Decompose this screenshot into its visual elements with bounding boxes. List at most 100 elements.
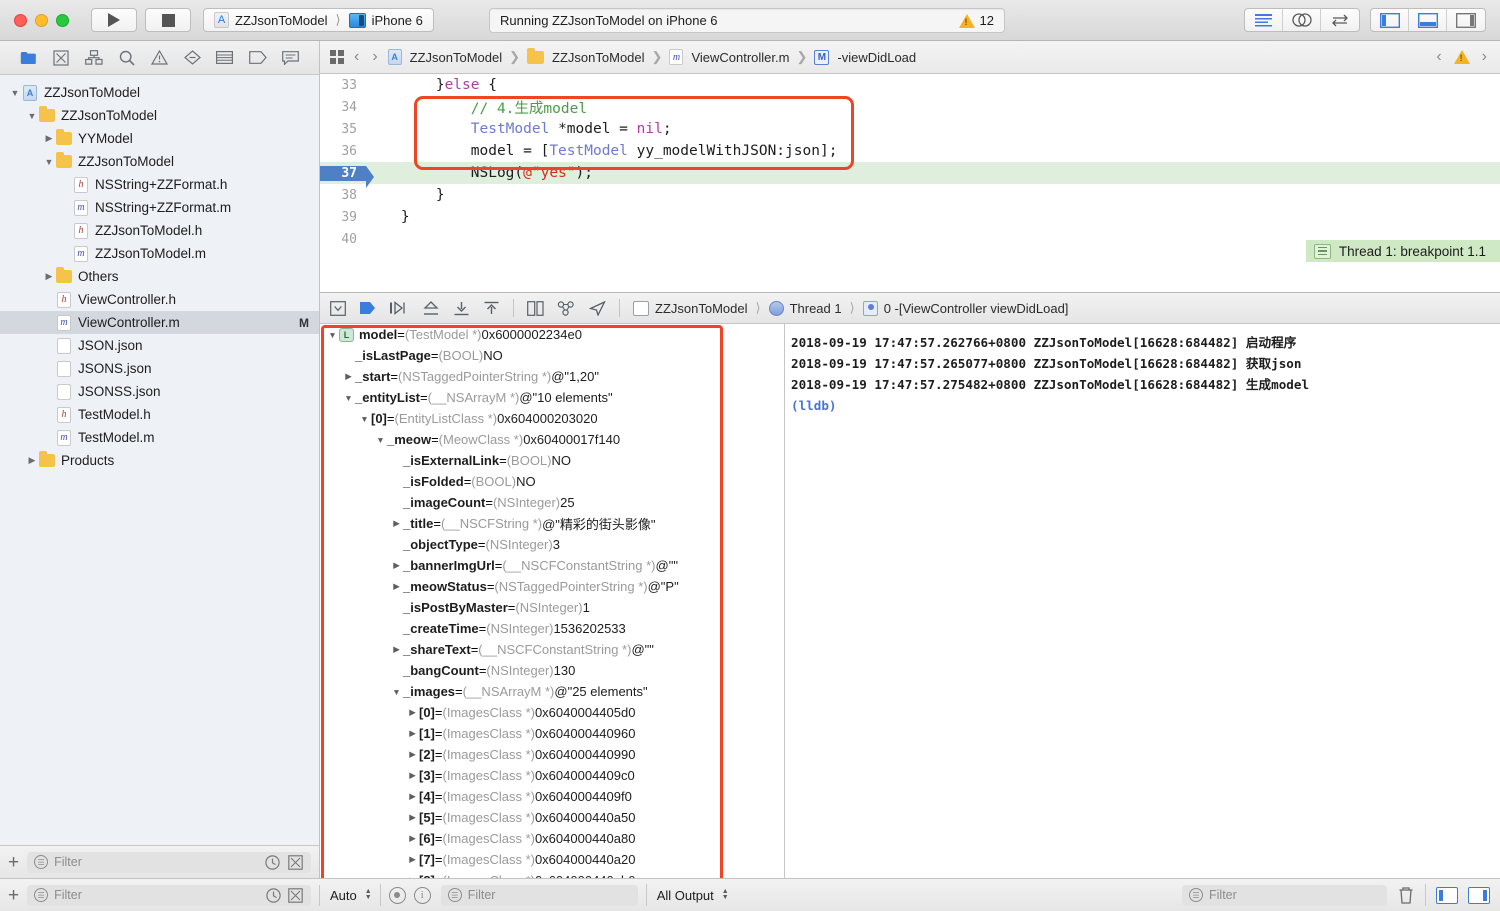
disclosure-triangle-closed-icon[interactable]: ▶ (42, 271, 56, 282)
disclosure-triangle-closed-icon[interactable]: ▶ (406, 707, 419, 718)
file-tree-row[interactable]: ▼ ZZJsonToModel (0, 104, 319, 127)
code-line-current[interactable]: 37 NSLog(@"yes"); (320, 162, 1500, 188)
disclosure-triangle-open-icon[interactable]: ▼ (358, 414, 371, 424)
add-file-button[interactable]: + (8, 853, 19, 872)
variable-row[interactable]: ▼ _meow = (MeowClass *) 0x60400017f140 (320, 429, 784, 450)
variable-row[interactable]: _isLastPage = (BOOL) NO (320, 345, 784, 366)
file-tree-row[interactable]: m TestModel.m (0, 426, 319, 449)
disclosure-triangle-closed-icon[interactable]: ▶ (406, 791, 419, 802)
minimize-button[interactable] (35, 13, 48, 27)
disclosure-triangle-closed-icon[interactable]: ▶ (342, 371, 355, 382)
disclosure-triangle-closed-icon[interactable]: ▶ (42, 133, 56, 144)
continue-button[interactable] (359, 298, 376, 318)
stop-button[interactable] (145, 8, 191, 32)
console-filter-input[interactable]: ☰ Filter (1182, 884, 1387, 906)
breakpoint-annotation[interactable]: Thread 1: breakpoint 1.1 (1305, 240, 1500, 262)
file-tree-row[interactable]: JSONS.json (0, 357, 319, 380)
show-variables-view-button[interactable] (1436, 886, 1458, 904)
toggle-navigator-button[interactable] (1371, 9, 1409, 31)
variable-row[interactable]: _objectType = (NSInteger) 3 (320, 534, 784, 555)
file-tree-row[interactable]: ▼ ZZJsonToModel (0, 81, 319, 104)
variable-row[interactable]: ▶ _start = (NSTaggedPointerString *) @"1,… (320, 366, 784, 387)
navigator-filter-input[interactable]: ☰ Filter (27, 851, 311, 873)
debug-navigator-icon[interactable] (214, 48, 236, 68)
variable-row[interactable]: ▶ [7] = (ImagesClass *) 0x604000440a20 (320, 849, 784, 870)
variable-row[interactable]: ▶ [0] = (ImagesClass *) 0x6040004405d0 (320, 702, 784, 723)
source-editor[interactable]: 33 }else {34 // 4.生成model 35 TestModel *m… (320, 74, 1500, 292)
file-tree-row[interactable]: ▶ YYModel (0, 127, 319, 150)
disclosure-triangle-open-icon[interactable]: ▼ (342, 393, 355, 403)
code-line[interactable]: 33 }else { (320, 74, 1500, 96)
variable-row[interactable]: _isExternalLink = (BOOL) NO (320, 450, 784, 471)
file-tree-row[interactable]: JSON.json (0, 334, 319, 357)
debug-view-hierarchy-button[interactable] (527, 298, 544, 318)
disclosure-triangle-open-icon[interactable]: ▼ (42, 157, 56, 167)
file-tree-row[interactable]: ▼ ZZJsonToModel (0, 150, 319, 173)
step-over-button[interactable] (389, 298, 409, 318)
disclosure-triangle-closed-icon[interactable]: ▶ (406, 833, 419, 844)
disclosure-triangle-closed-icon[interactable]: ▶ (406, 875, 419, 878)
watch-icon[interactable] (388, 886, 406, 904)
disclosure-triangle-closed-icon[interactable]: ▶ (406, 854, 419, 865)
file-tree-row[interactable]: h NSString+ZZFormat.h (0, 173, 319, 196)
variable-row[interactable]: ▶ [1] = (ImagesClass *) 0x604000440960 (320, 723, 784, 744)
variable-row[interactable]: ▶ _bannerImgUrl = (__NSCFConstantString *… (320, 555, 784, 576)
disclosure-triangle-open-icon[interactable]: ▼ (374, 435, 387, 445)
find-navigator-icon[interactable] (116, 48, 138, 68)
back-button[interactable]: ‹ (351, 48, 362, 66)
step-into-button[interactable] (422, 298, 440, 318)
disclosure-triangle-closed-icon[interactable]: ▶ (390, 518, 403, 529)
disclosure-triangle-closed-icon[interactable]: ▶ (406, 749, 419, 760)
variable-row[interactable]: _imageCount = (NSInteger) 25 (320, 492, 784, 513)
stepper-icon[interactable]: ▲ ▼ (722, 888, 729, 901)
disclosure-triangle-closed-icon[interactable]: ▶ (25, 455, 39, 466)
disclosure-triangle-open-icon[interactable]: ▼ (25, 111, 39, 121)
debug-filter-input[interactable]: ☰ Filter (440, 884, 638, 906)
standard-editor-button[interactable] (1245, 9, 1283, 31)
variable-row[interactable]: ▶ _shareText = (__NSCFConstantString *) @… (320, 639, 784, 660)
disclosure-triangle-closed-icon[interactable]: ▶ (406, 728, 419, 739)
variable-row[interactable]: ▼ Lmodel = (TestModel *) 0x6000002234e0 (320, 324, 784, 345)
assistant-editor-button[interactable] (1283, 9, 1321, 31)
maximize-button[interactable] (56, 13, 69, 27)
close-button[interactable] (14, 13, 27, 27)
memory-graph-button[interactable] (557, 298, 576, 318)
breadcrumb-item[interactable]: ZZJsonToModel (552, 50, 644, 65)
debug-breadcrumb[interactable]: ZZJsonToModel ⟩ Thread 1 ⟩ 0 -[ViewContr… (633, 300, 1068, 316)
breadcrumb[interactable]: ZZJsonToModel ❯ ZZJsonToModel ❯ m ViewControl… (387, 47, 916, 65)
version-editor-button[interactable] (1321, 9, 1359, 31)
source-control-navigator-icon[interactable] (50, 48, 72, 68)
test-navigator-icon[interactable] (181, 48, 203, 68)
lldb-prompt[interactable]: (lldb) (791, 395, 1500, 416)
variable-row[interactable]: ▶[8] = (ImagesClass *) 0x604000440ab0 (320, 870, 784, 878)
variable-row[interactable]: ▶ _title = (__NSCFString *) @"精彩的街头影像" (320, 513, 784, 534)
next-issue-button[interactable]: › (1479, 48, 1490, 66)
file-tree-row[interactable]: h TestModel.h (0, 403, 319, 426)
toggle-inspector-button[interactable] (1447, 9, 1485, 31)
file-tree-row[interactable]: ▶ Products (0, 449, 319, 472)
add-file-button[interactable]: + (8, 886, 19, 905)
file-tree-row[interactable]: m ZZJsonToModel.m (0, 242, 319, 265)
code-line[interactable]: 36 model = [TestModel yy_modelWithJSON:j… (320, 140, 1500, 162)
activity-status-bar[interactable]: Running ZZJsonToModel on iPhone 6 12 (489, 8, 1005, 33)
variable-row[interactable]: ▼ [0] = (EntityListClass *) 0x60400020302… (320, 408, 784, 429)
project-navigator-icon[interactable] (17, 48, 39, 68)
variables-view[interactable]: ▼ Lmodel = (TestModel *) 0x6000002234e0 _i… (320, 324, 785, 878)
file-tree-row[interactable]: JSONSS.json (0, 380, 319, 403)
symbol-navigator-icon[interactable] (83, 48, 105, 68)
disclosure-triangle-open-icon[interactable]: ▼ (8, 88, 22, 98)
variable-row[interactable]: ▶ [4] = (ImagesClass *) 0x6040004409f0 (320, 786, 784, 807)
file-tree-row[interactable]: h ViewController.h (0, 288, 319, 311)
related-items-icon[interactable] (330, 50, 344, 64)
step-out-up-button[interactable] (483, 298, 500, 318)
code-line[interactable]: 38 } (320, 184, 1500, 206)
breakpoint-navigator-icon[interactable] (247, 48, 269, 68)
file-tree-row[interactable]: m ViewController.m M (0, 311, 319, 334)
navigator-filter-input[interactable]: ☰ Filter (27, 884, 311, 906)
code-line[interactable]: 35 TestModel *model = nil; (320, 118, 1500, 140)
run-button[interactable] (91, 8, 137, 32)
file-tree-row[interactable]: ▶ Others (0, 265, 319, 288)
variables-scope-control[interactable]: Auto ▲ ▼ i (320, 884, 441, 906)
variable-row[interactable]: ▼ _entityList = (__NSArrayM *) @"10 eleme… (320, 387, 784, 408)
step-out-down-button[interactable] (453, 298, 470, 318)
